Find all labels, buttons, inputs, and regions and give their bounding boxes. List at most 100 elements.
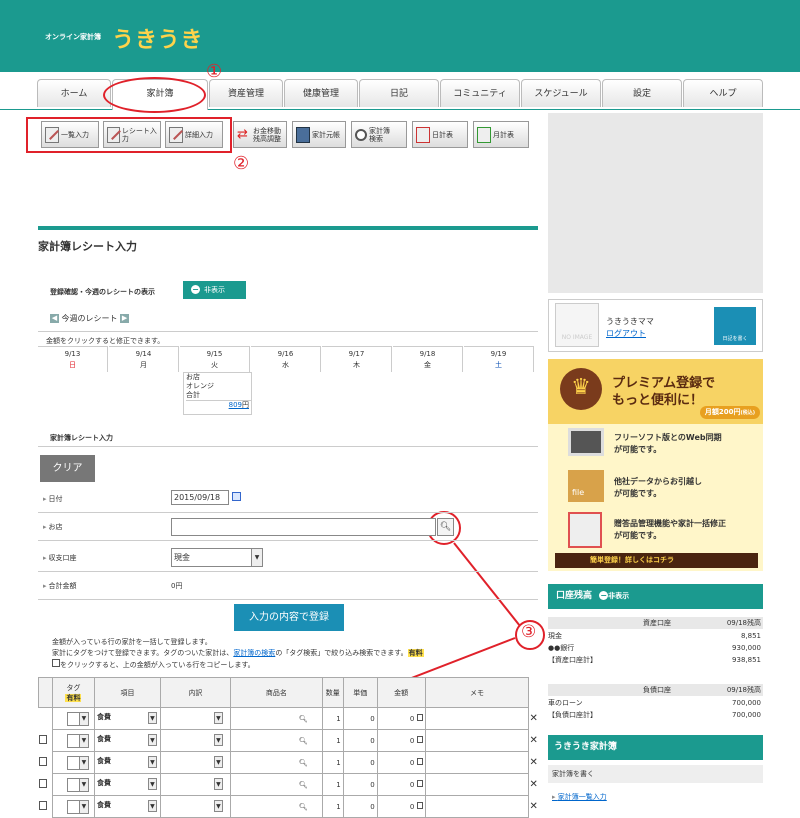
detail-select[interactable]: ▼ [159, 773, 231, 796]
minus-icon[interactable]: − [599, 591, 609, 600]
date-field[interactable]: 2015/09/18 [171, 490, 229, 505]
annotation-circle-1 [103, 77, 206, 113]
debt-account-row[interactable]: 車のローン 700,000 [548, 697, 763, 709]
logo-title[interactable]: うきうき [112, 22, 204, 54]
search-link[interactable]: 家計簿の検索 [233, 649, 275, 657]
write-diary-button[interactable]: 日記を書く [714, 307, 756, 345]
copy-cell[interactable] [38, 729, 53, 752]
item-select[interactable]: 食費 ▼ [93, 751, 161, 774]
tab-home[interactable]: ホーム [37, 79, 111, 107]
delete-row-icon[interactable]: ✕ [528, 795, 538, 818]
qty-field[interactable]: 1 [321, 795, 344, 818]
logout-link[interactable]: ログアウト [606, 328, 646, 339]
week-note: 金額をクリックすると修正できます。 [38, 331, 538, 345]
transfer-arrow-icon: ⇄ [237, 126, 248, 142]
item-select[interactable]: 食費 ▼ [93, 729, 161, 752]
tab-health[interactable]: 健康管理 [284, 79, 358, 107]
hide-button[interactable]: − 非表示 [183, 281, 246, 299]
asset-account-row[interactable]: ●●銀行 930,000 [548, 642, 763, 654]
detail-select[interactable]: ▼ [159, 707, 231, 730]
detail-select[interactable]: ▼ [159, 751, 231, 774]
detail-select[interactable]: ▼ [159, 729, 231, 752]
qty-field[interactable]: 1 [321, 729, 344, 752]
product-field[interactable]: 🔍︎ [229, 751, 323, 774]
premium-cta-button[interactable]: 簡単登録！詳しくはコチラ [555, 553, 758, 568]
tab-schedule[interactable]: スケジュール [521, 79, 601, 107]
tag-select[interactable]: ▼ [51, 751, 95, 774]
copy-icon [52, 659, 60, 667]
delete-row-icon[interactable]: ✕ [528, 729, 538, 752]
product-field[interactable]: 🔍︎ [229, 773, 323, 796]
amount-field[interactable]: 0 [376, 729, 426, 752]
copy-cell[interactable] [38, 795, 53, 818]
detail-select[interactable]: ▼ [159, 795, 231, 818]
prev-week-icon[interactable]: ◀ [50, 314, 59, 323]
tab-diary[interactable]: 日記 [359, 79, 439, 107]
search-icon: 🔍︎ [298, 714, 308, 723]
copy-icon [38, 779, 47, 788]
tab-assets[interactable]: 資産管理 [209, 79, 283, 107]
unit-price-field[interactable]: 0 [342, 729, 378, 752]
amount-field[interactable]: 0 [376, 751, 426, 774]
submit-button[interactable]: 入力の内容で登録 [234, 604, 344, 631]
tag-select[interactable]: ▼ [51, 795, 95, 818]
product-field[interactable]: 🔍︎ [229, 707, 323, 730]
clear-button[interactable]: クリア [40, 455, 95, 482]
qty-field[interactable]: 1 [321, 751, 344, 774]
tag-select[interactable]: ▼ [51, 707, 95, 730]
memo-field[interactable] [424, 773, 530, 796]
product-field[interactable]: 🔍︎ [229, 795, 323, 818]
memo-field[interactable] [424, 751, 530, 774]
delete-row-icon[interactable]: ✕ [528, 773, 538, 796]
unit-price-field[interactable]: 0 [342, 751, 378, 774]
asset-accounts-header: 資産口座 09/18残高 [548, 617, 763, 629]
tag-select[interactable]: ▼ [51, 773, 95, 796]
receipt-amount-link[interactable]: 809円 [186, 400, 251, 410]
product-field[interactable]: 🔍︎ [229, 729, 323, 752]
form-title: 家計簿レシート入力 [50, 434, 113, 442]
qty-field[interactable]: 1 [321, 773, 344, 796]
memo-field[interactable] [424, 729, 530, 752]
account-select[interactable]: 現金 ▼ [171, 548, 263, 567]
unit-price-field[interactable]: 0 [342, 707, 378, 730]
search-icon: 🔍︎ [298, 736, 308, 745]
shop-search-icon[interactable]: 🔍︎ [437, 518, 454, 536]
unit-price-field[interactable]: 0 [342, 773, 378, 796]
pc-icon [568, 428, 604, 456]
item-select[interactable]: 食費 ▼ [93, 795, 161, 818]
daily-report-button[interactable]: 日計表 [412, 121, 468, 148]
receipt-card: お店 オレンジ 合計 809円 [183, 372, 252, 415]
money-transfer-button[interactable]: ⇄ お金移動 残高調整 [233, 121, 287, 148]
delete-row-icon[interactable]: ✕ [528, 707, 538, 730]
next-week-icon[interactable]: ▶ [120, 314, 130, 323]
delete-row-icon[interactable]: ✕ [528, 751, 538, 774]
amount-field[interactable]: 0 [376, 707, 426, 730]
unit-price-field[interactable]: 0 [342, 795, 378, 818]
item-select[interactable]: 食費 ▼ [93, 773, 161, 796]
asset-account-row[interactable]: 【資産口座計】 938,851 [548, 654, 763, 666]
week-day-cell: 9/18 金 [393, 346, 463, 372]
calendar-icon [416, 126, 430, 143]
search-button[interactable]: 家計簿 検索 [351, 121, 407, 148]
col-memo: メモ [424, 677, 530, 708]
monthly-report-button[interactable]: 月計表 [473, 121, 529, 148]
amount-field[interactable]: 0 [376, 795, 426, 818]
copy-cell[interactable] [38, 751, 53, 774]
tag-select[interactable]: ▼ [51, 729, 95, 752]
asset-account-row[interactable]: 現金 8,851 [548, 630, 763, 642]
annotation-number-2: ② [233, 153, 250, 174]
copy-cell[interactable] [38, 773, 53, 796]
debt-account-row[interactable]: 【負債口座計】 700,000 [548, 709, 763, 721]
memo-field[interactable] [424, 795, 530, 818]
item-select[interactable]: 食費 ▼ [93, 707, 161, 730]
tab-help[interactable]: ヘルプ [683, 79, 763, 107]
calendar-icon[interactable] [232, 492, 241, 501]
tab-settings[interactable]: 設定 [602, 79, 682, 107]
tab-community[interactable]: コミュニティ [440, 79, 520, 107]
memo-field[interactable] [424, 707, 530, 730]
amount-field[interactable]: 0 [376, 773, 426, 796]
qty-field[interactable]: 1 [321, 707, 344, 730]
kakeibo-list-link[interactable]: ▸ 家計簿一覧入力 [552, 792, 607, 802]
ledger-button[interactable]: 家計元帳 [292, 121, 346, 148]
shop-field[interactable] [171, 518, 436, 536]
